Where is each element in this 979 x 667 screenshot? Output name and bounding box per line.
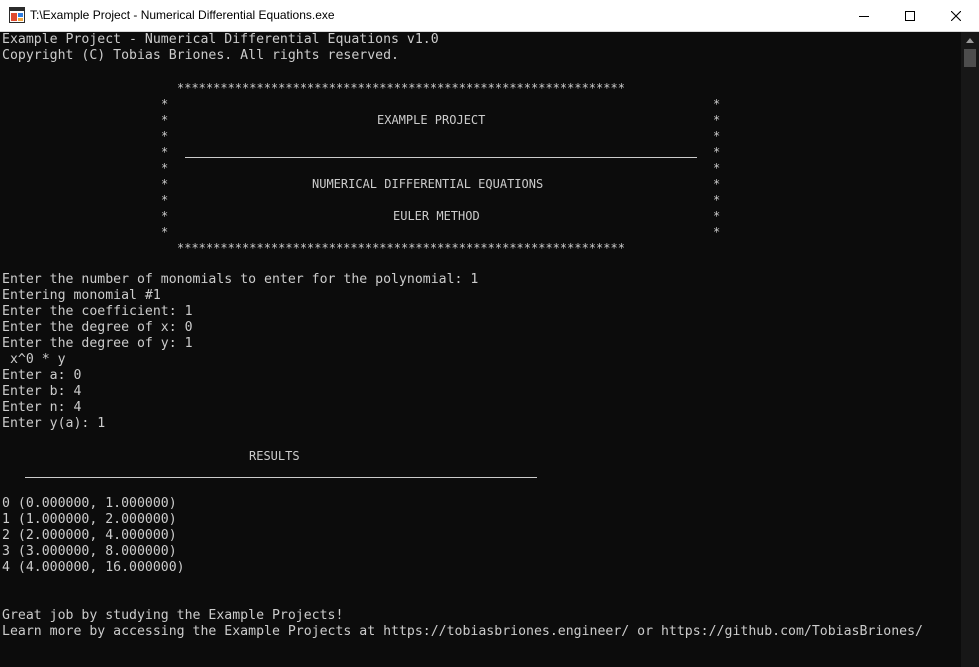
banner-star-right: * bbox=[713, 225, 721, 239]
banner-border-top: ****************************************… bbox=[177, 81, 625, 95]
result-row: 0 (0.000000, 1.000000) bbox=[2, 496, 177, 511]
scroll-up-arrow-icon bbox=[966, 37, 974, 43]
banner-star-right: * bbox=[713, 209, 721, 223]
banner-star-left: * bbox=[161, 225, 169, 239]
header-line: Copyright (C) Tobias Briones. All rights… bbox=[2, 48, 399, 63]
title-bar[interactable]: T:\Example Project - Numerical Different… bbox=[0, 0, 979, 32]
scroll-thumb[interactable] bbox=[964, 49, 976, 67]
banner-star-right: * bbox=[713, 193, 721, 207]
banner-star-right: * bbox=[713, 129, 721, 143]
banner-star-left: * bbox=[161, 193, 169, 207]
window-title: T:\Example Project - Numerical Different… bbox=[30, 8, 335, 22]
banner-star-right: * bbox=[713, 113, 721, 127]
results-title: RESULTS bbox=[249, 449, 300, 463]
close-icon bbox=[951, 10, 961, 21]
maximize-button[interactable] bbox=[887, 0, 933, 31]
result-row: 3 (3.000000, 8.000000) bbox=[2, 544, 177, 559]
prompt-line: Enter the number of monomials to enter f… bbox=[2, 272, 479, 287]
banner-star-left: * bbox=[161, 177, 169, 191]
footer-line: Great job by studying the Example Projec… bbox=[2, 608, 344, 623]
header-line: Example Project - Numerical Differential… bbox=[2, 32, 439, 47]
result-row: 4 (4.000000, 16.000000) bbox=[2, 560, 185, 575]
banner-subtitle: NUMERICAL DIFFERENTIAL EQUATIONS bbox=[312, 177, 544, 191]
banner-star-left: * bbox=[161, 113, 169, 127]
banner-border-bottom: ****************************************… bbox=[177, 241, 625, 255]
maximize-icon bbox=[905, 10, 915, 21]
banner-star-right: * bbox=[713, 97, 721, 111]
banner-divider bbox=[185, 157, 697, 158]
console-window: T:\Example Project - Numerical Different… bbox=[0, 0, 979, 667]
result-row: 1 (1.000000, 2.000000) bbox=[2, 512, 177, 527]
prompt-line: Enter the coefficient: 1 bbox=[2, 304, 193, 319]
prompt-line: Entering monomial #1 bbox=[2, 288, 161, 303]
prompt-line: Enter the degree of y: 1 bbox=[2, 336, 193, 351]
banner-star-right: * bbox=[713, 161, 721, 175]
minimize-icon bbox=[859, 15, 869, 17]
banner-star-left: * bbox=[161, 209, 169, 223]
banner-project-title: EXAMPLE PROJECT bbox=[377, 113, 486, 127]
banner-method: EULER METHOD bbox=[393, 209, 480, 223]
banner-star-left: * bbox=[161, 145, 169, 159]
scroll-up-button[interactable] bbox=[961, 32, 979, 48]
banner-star-right: * bbox=[713, 145, 721, 159]
banner-star-left: * bbox=[161, 97, 169, 111]
prompt-line: Enter y(a): 1 bbox=[2, 416, 106, 431]
prompt-line: Enter b: 4 bbox=[2, 384, 82, 399]
footer-link-line: Learn more by accessing the Example Proj… bbox=[2, 624, 923, 639]
result-row: 2 (2.000000, 4.000000) bbox=[2, 528, 177, 543]
minimize-button[interactable] bbox=[841, 0, 887, 31]
console-app-icon bbox=[9, 7, 25, 23]
banner-star-right: * bbox=[713, 177, 721, 191]
vertical-scrollbar[interactable] bbox=[961, 32, 979, 667]
monomial-echo: x^0 * y bbox=[2, 352, 66, 367]
results-divider bbox=[25, 477, 537, 478]
prompt-line: Enter n: 4 bbox=[2, 400, 82, 415]
banner-star-left: * bbox=[161, 161, 169, 175]
prompt-line: Enter the degree of x: 0 bbox=[2, 320, 193, 335]
banner-star-left: * bbox=[161, 129, 169, 143]
close-button[interactable] bbox=[933, 0, 979, 31]
prompt-line: Enter a: 0 bbox=[2, 368, 82, 383]
console-output[interactable]: Example Project - Numerical Differential… bbox=[2, 32, 960, 667]
